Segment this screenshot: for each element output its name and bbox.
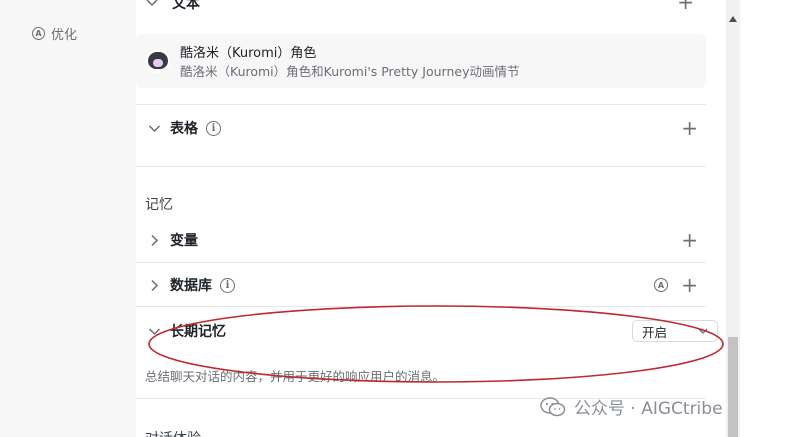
circle-a-icon: A: [32, 27, 45, 40]
auto-mode-icon[interactable]: A: [654, 278, 668, 292]
add-variable-button[interactable]: +: [681, 230, 698, 250]
text-row[interactable]: 文本: [146, 0, 200, 13]
variables-row[interactable]: 变量 +: [136, 222, 706, 258]
database-row-label: 数据库: [170, 278, 212, 294]
watermark-text: 公众号 · AIGCtribe: [574, 399, 723, 419]
chevron-down-icon[interactable]: [142, 122, 166, 135]
left-nav: A 优化: [0, 0, 136, 437]
settings-panel: 文本 + 酷洛米（Kuromi）角色 酷洛米（Kuromi）角色和Kuromi'…: [136, 0, 726, 437]
toggle-select-value: 开启: [642, 324, 668, 340]
divider: [136, 262, 706, 263]
watermark: 公众号 · AIGCtribe: [540, 394, 723, 419]
chevron-down-icon[interactable]: [142, 325, 166, 338]
long-term-memory-description: 总结聊天对话的内容，并用于更好的响应用户的消息。: [145, 369, 446, 384]
divider: [136, 104, 706, 105]
text-row-label: 文本: [172, 0, 200, 12]
scroll-up-arrow-icon[interactable]: [726, 13, 740, 25]
dialog-experience-section-label: 对话体验: [145, 428, 201, 437]
add-database-button[interactable]: +: [681, 275, 698, 295]
table-row-label: 表格: [170, 121, 198, 137]
add-text-button[interactable]: +: [677, 0, 694, 14]
chevron-down-icon: [698, 328, 708, 334]
nav-item-optimize-label: 优化: [51, 28, 78, 43]
divider: [136, 166, 706, 167]
nav-item-optimize[interactable]: A 优化: [32, 24, 77, 43]
kuromi-avatar-icon: [146, 49, 170, 73]
info-icon[interactable]: i: [220, 277, 235, 293]
divider: [136, 306, 706, 307]
character-title: 酷洛米（Kuromi）角色: [180, 46, 317, 61]
variables-row-label: 变量: [170, 233, 198, 249]
character-card[interactable]: 酷洛米（Kuromi）角色 酷洛米（Kuromi）角色和Kuromi's Pre…: [136, 34, 706, 88]
chevron-right-icon[interactable]: [142, 234, 166, 247]
table-row[interactable]: 表格 i +: [136, 110, 706, 146]
chevron-right-icon[interactable]: [142, 279, 166, 292]
info-icon[interactable]: i: [206, 120, 221, 136]
memory-section-label: 记忆: [145, 197, 173, 213]
long-term-memory-label: 长期记忆: [170, 324, 226, 340]
long-term-memory-row[interactable]: 长期记忆: [136, 313, 706, 349]
long-term-memory-toggle-select[interactable]: 开启: [632, 320, 718, 342]
database-row[interactable]: 数据库 i A +: [136, 267, 706, 303]
add-table-button[interactable]: +: [681, 118, 698, 138]
wechat-icon: [540, 396, 566, 416]
right-margin: [740, 0, 790, 437]
scrollbar-thumb[interactable]: [728, 337, 738, 437]
chevron-down-icon: [146, 0, 158, 7]
character-description: 酷洛米（Kuromi）角色和Kuromi's Pretty Journey动画情…: [180, 64, 520, 79]
